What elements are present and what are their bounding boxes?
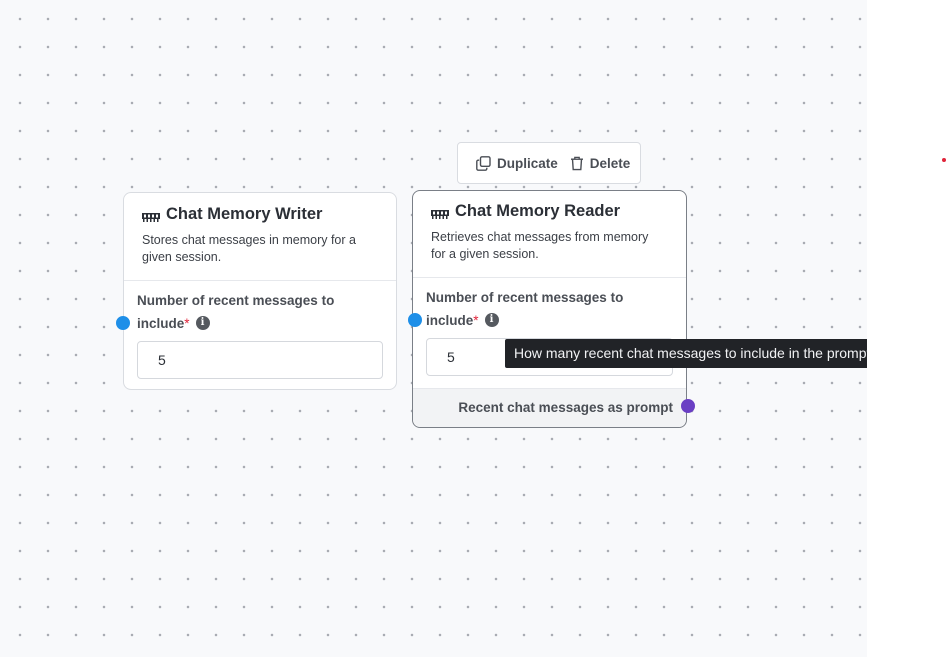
field-label-text: Number of recent messages to include [426,290,624,328]
node-toolbar: Duplicate Delete [457,142,641,184]
node-header: Chat Memory Reader Retrieves chat messag… [413,191,686,278]
chat-memory-reader-node[interactable]: Chat Memory Reader Retrieves chat messag… [412,190,687,428]
node-body: Number of recent messages to include* i 5 [124,281,396,391]
duplicate-button[interactable]: Duplicate [476,156,558,171]
info-icon[interactable]: i [195,315,210,330]
ram-memory-icon [142,209,160,222]
info-icon[interactable]: i [484,312,499,327]
node-title: Chat Memory Reader [431,202,668,221]
node-description: Retrieves chat messages from memory for … [431,230,649,261]
recent-messages-input[interactable]: 5 [137,341,383,379]
delete-button[interactable]: Delete [570,155,631,171]
required-mark: * [184,316,190,331]
reader-input-handle[interactable] [408,313,422,327]
chat-memory-writer-node[interactable]: Chat Memory Writer Stores chat messages … [123,192,397,390]
writer-input-handle[interactable] [116,316,130,330]
right-panel [867,0,949,657]
node-title-text: Chat Memory Writer [166,205,323,223]
copy-icon [476,155,491,171]
field-label-text: Number of recent messages to include [137,293,335,331]
output-label: Recent chat messages as prompt [458,400,673,415]
trash-icon [570,156,583,170]
node-title: Chat Memory Writer [142,205,378,224]
node-body: Number of recent messages to include* i 5 [413,278,686,388]
info-tooltip: How many recent chat messages to include… [505,339,867,368]
notification-dot [942,158,946,162]
node-header: Chat Memory Writer Stores chat messages … [124,193,396,281]
delete-label: Delete [589,155,631,171]
output-row: Recent chat messages as prompt [413,388,686,427]
node-title-text: Chat Memory Reader [455,202,621,220]
field-label: Number of recent messages to include* i [426,286,673,332]
duplicate-label: Duplicate [497,155,558,171]
required-mark: * [473,313,479,328]
node-description: Stores chat messages in memory for a giv… [142,233,356,264]
reader-output-handle[interactable] [681,399,695,413]
flow-canvas[interactable]: Chat Memory Writer Stores chat messages … [0,0,867,657]
field-label: Number of recent messages to include* i [137,289,383,335]
ram-memory-icon [431,206,449,219]
